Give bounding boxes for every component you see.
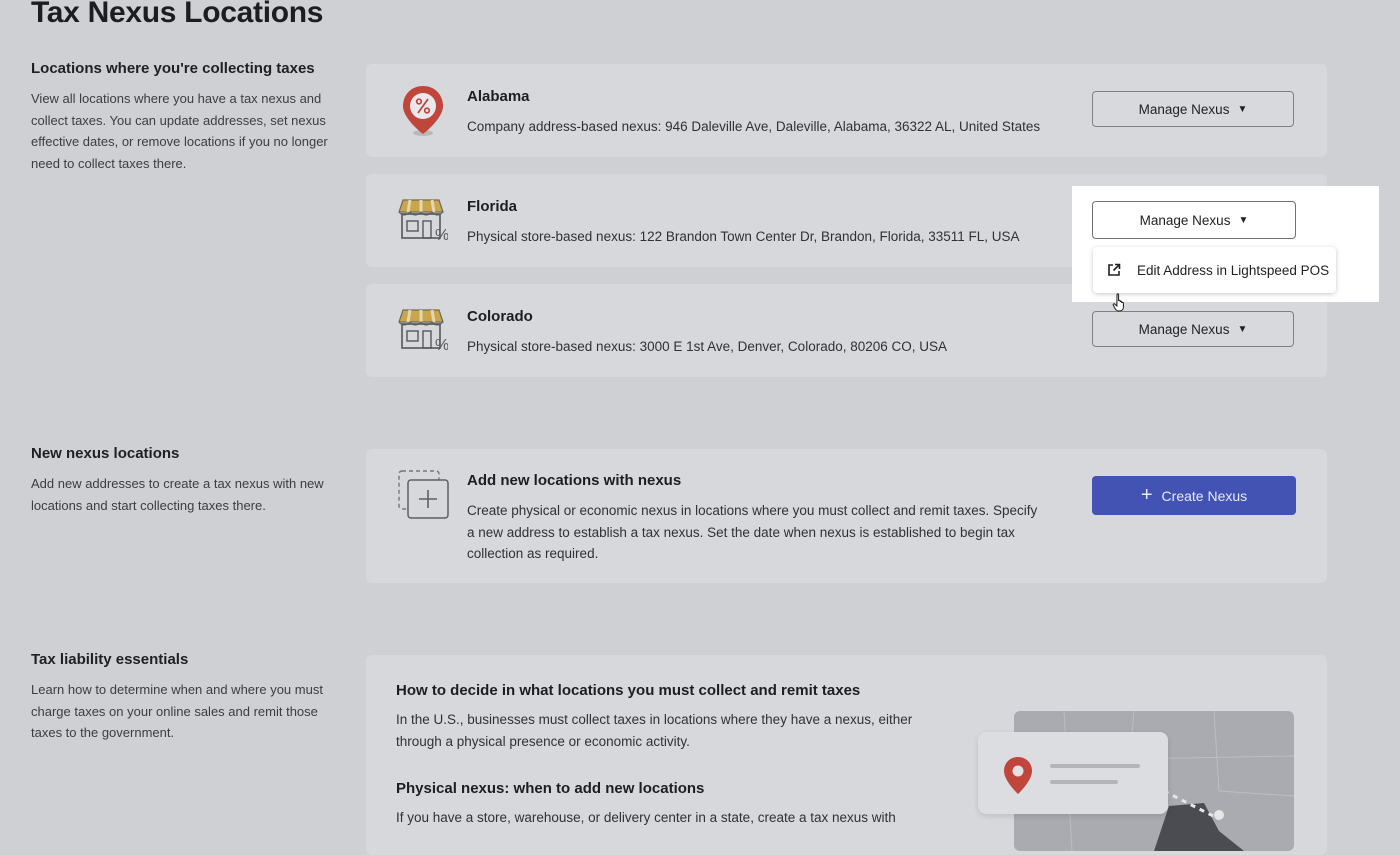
location-card-alabama: Alabama Company address-based nexus: 946…	[366, 64, 1327, 157]
placeholder-line	[1050, 764, 1140, 768]
plus-icon: +	[1140, 483, 1153, 506]
button-label: Create Nexus	[1161, 487, 1248, 504]
add-nexus-title: Add new locations with nexus	[467, 472, 682, 489]
external-link-icon	[1108, 263, 1121, 276]
button-label: Manage Nexus	[1138, 101, 1230, 117]
manage-nexus-dropdown-menu: Edit Address in Lightspeed POS	[1093, 247, 1336, 293]
location-detail: Physical store-based nexus: 122 Brandon …	[467, 229, 1020, 244]
chevron-down-icon: ▼	[1237, 103, 1248, 115]
essentials-card: How to decide in what locations you must…	[366, 655, 1327, 855]
map-pin-icon	[1004, 757, 1032, 794]
manage-nexus-button-alabama[interactable]: Manage Nexus ▼	[1092, 91, 1294, 127]
add-location-icon	[398, 470, 449, 519]
placeholder-line	[1050, 780, 1118, 784]
create-nexus-button[interactable]: + Create Nexus	[1092, 476, 1296, 515]
section-description-essentials: Learn how to determine when and where yo…	[31, 682, 323, 740]
menu-item-edit-address[interactable]: Edit Address in Lightspeed POS	[1137, 263, 1329, 278]
location-name: Colorado	[467, 308, 533, 325]
button-label: Manage Nexus	[1138, 321, 1230, 337]
location-name: Alabama	[467, 88, 530, 105]
map-pin-percent-icon	[403, 86, 443, 136]
button-label: Manage Nexus	[1139, 212, 1231, 228]
svg-text:%: %	[435, 227, 448, 242]
svg-text:%: %	[435, 337, 448, 352]
add-nexus-description: Create physical or economic nexus in loc…	[467, 503, 1038, 561]
add-nexus-card: Add new locations with nexus Create phys…	[366, 449, 1327, 583]
manage-nexus-button-colorado[interactable]: Manage Nexus ▼	[1092, 311, 1294, 347]
manage-nexus-button-florida[interactable]: Manage Nexus ▼	[1092, 201, 1296, 239]
essentials-paragraph: In the U.S., businesses must collect tax…	[396, 712, 913, 749]
section-title-collecting: Locations where you're collecting taxes	[31, 60, 315, 77]
store-percent-icon: %	[398, 199, 448, 242]
section-title-essentials: Tax liability essentials	[31, 651, 189, 668]
page-title: Tax Nexus Locations	[31, 0, 324, 29]
location-detail: Physical store-based nexus: 3000 E 1st A…	[467, 339, 948, 354]
location-detail: Company address-based nexus: 946 Dalevil…	[467, 119, 1041, 134]
section-description-collecting: View all locations where you have a tax …	[31, 91, 328, 171]
location-name: Florida	[467, 198, 518, 215]
chevron-down-icon: ▼	[1237, 323, 1248, 335]
essentials-heading: Physical nexus: when to add new location…	[396, 780, 705, 797]
essentials-paragraph: If you have a store, warehouse, or deliv…	[396, 810, 896, 825]
store-percent-icon: %	[398, 309, 448, 352]
map-callout-card	[978, 732, 1168, 814]
hand-cursor-icon	[1112, 293, 1124, 312]
chevron-down-icon: ▼	[1238, 214, 1249, 226]
essentials-heading: How to decide in what locations you must…	[396, 682, 861, 699]
section-title-new-nexus: New nexus locations	[31, 445, 180, 462]
highlight-region: Manage Nexus ▼ Edit Address in Lightspee…	[1072, 186, 1379, 302]
section-description-new-nexus: Add new addresses to create a tax nexus …	[31, 476, 324, 513]
